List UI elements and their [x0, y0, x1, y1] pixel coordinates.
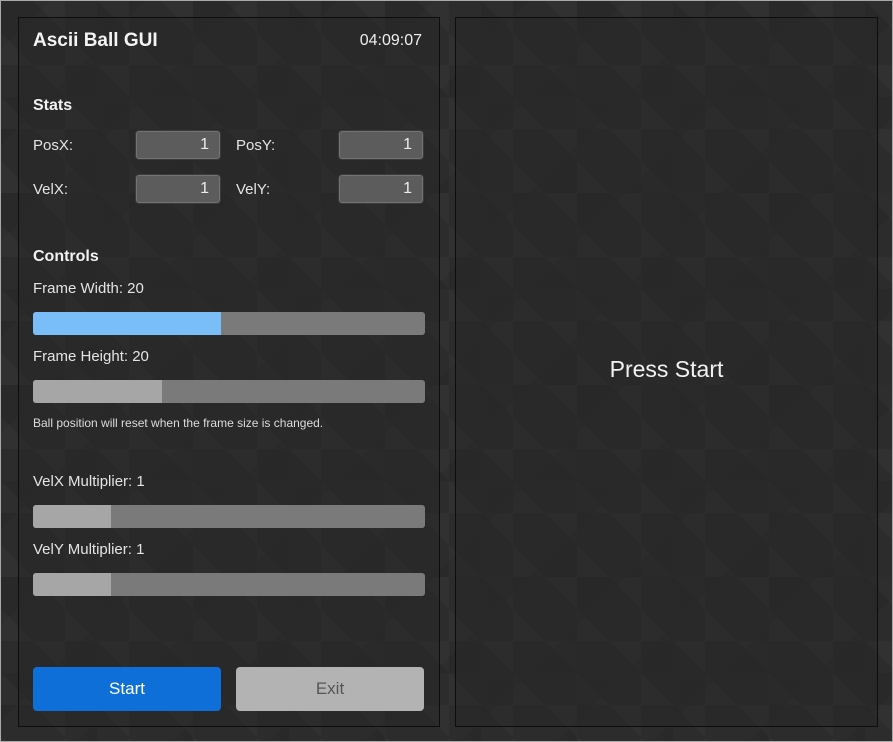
vely-multiplier-label: VelY Multiplier: 1 — [33, 541, 145, 558]
frame-width-slider-fill — [33, 312, 222, 335]
frame-width-label: Frame Width: 20 — [33, 280, 144, 297]
clock-display: 04:09:07 — [359, 32, 422, 49]
start-button[interactable]: Start — [33, 667, 221, 711]
frame-height-slider-fill — [33, 380, 163, 403]
frame-height-label: Frame Height: 20 — [33, 348, 149, 365]
press-start-message: Press Start — [609, 356, 724, 382]
exit-button[interactable]: Exit — [236, 667, 424, 711]
stats-heading: Stats — [33, 97, 73, 114]
vely-label: VelY: — [236, 181, 271, 198]
velx-multiplier-slider[interactable] — [33, 505, 425, 528]
velx-multiplier-slider-fill — [33, 505, 112, 528]
ball-display-panel: Press Start — [455, 17, 878, 727]
vely-multiplier-slider[interactable] — [33, 573, 425, 596]
velx-label: VelX: — [33, 181, 69, 198]
app-title: Ascii Ball GUI — [33, 30, 158, 51]
control-panel: Ascii Ball GUI 04:09:07 Stats PosX: 1 Po… — [18, 17, 440, 727]
frame-height-slider[interactable] — [33, 380, 425, 403]
vely-field[interactable]: 1 — [338, 174, 424, 204]
velx-multiplier-label: VelX Multiplier: 1 — [33, 473, 145, 490]
app-window: Ascii Ball GUI 04:09:07 Stats PosX: 1 Po… — [0, 0, 893, 742]
frame-size-note: Ball position will reset when the frame … — [33, 416, 324, 430]
posy-label: PosY: — [236, 137, 276, 154]
posx-label: PosX: — [33, 137, 74, 154]
controls-heading: Controls — [33, 248, 99, 265]
posy-field[interactable]: 1 — [338, 130, 424, 160]
vely-multiplier-slider-fill — [33, 573, 112, 596]
frame-width-slider[interactable] — [33, 312, 425, 335]
velx-field[interactable]: 1 — [135, 174, 221, 204]
posx-field[interactable]: 1 — [135, 130, 221, 160]
